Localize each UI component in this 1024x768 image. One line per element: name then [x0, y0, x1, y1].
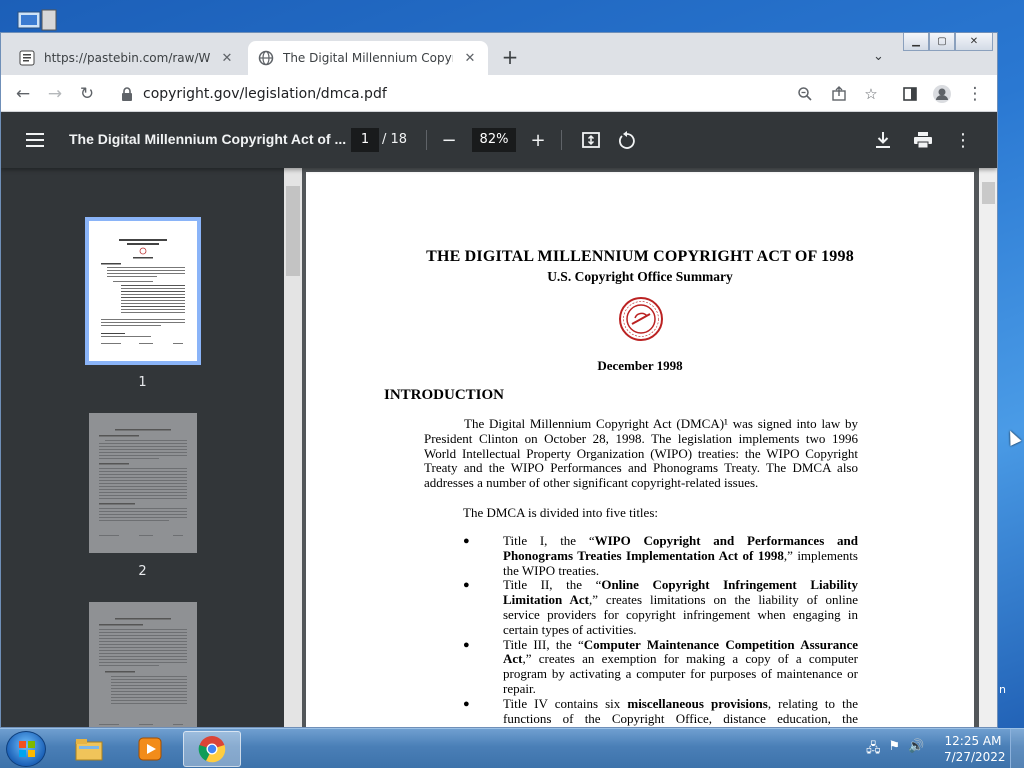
clock-time: 12:25 AM: [944, 734, 1002, 748]
tab-strip: https://pastebin.com/raw/WxDt ✕ The Digi…: [1, 33, 997, 75]
taskbar-explorer[interactable]: [60, 731, 118, 767]
thumbnail-sidebar: 1 2 3: [1, 168, 284, 727]
tab-search-chevron-icon[interactable]: ⌄: [873, 49, 884, 64]
chrome-icon: [198, 736, 226, 763]
taskbar-media-player[interactable]: [121, 731, 179, 767]
thumbnail-content: [99, 429, 187, 536]
media-player-icon: [138, 737, 162, 761]
introduction-paragraph: The Digital Millennium Copyright Act (DM…: [424, 416, 858, 491]
pdf-title: The Digital Millennium Copyright Act of …: [69, 131, 347, 147]
mouse-cursor: [1004, 428, 1022, 446]
thumbnail-scrollbar[interactable]: [284, 168, 302, 727]
page-total: / 18: [382, 132, 408, 147]
explorer-icon: [75, 739, 103, 761]
show-desktop-button[interactable]: [1010, 729, 1024, 768]
download-icon[interactable]: [871, 128, 895, 152]
tab-title: https://pastebin.com/raw/WxDt: [44, 51, 210, 65]
forward-arrow-icon[interactable]: →: [43, 82, 67, 106]
copyright-office-seal-icon: [619, 297, 663, 341]
list-item: Title I, the “WIPO Copyright and Perform…: [463, 533, 858, 578]
introduction-heading: INTRODUCTION: [384, 387, 505, 403]
profile-avatar-icon[interactable]: [930, 82, 954, 106]
list-item: Title II, the “Online Copyright Infringe…: [463, 577, 858, 637]
new-tab-button[interactable]: +: [499, 47, 521, 69]
bookmark-star-icon[interactable]: ☆: [859, 82, 883, 106]
browser-window: https://pastebin.com/raw/WxDt ✕ The Digi…: [0, 32, 998, 728]
address-bar[interactable]: copyright.gov/legislation/dmca.pdf ☆: [109, 79, 889, 109]
titles-intro: The DMCA is divided into five titles:: [463, 505, 658, 520]
thumbnail-page-1[interactable]: [85, 217, 201, 365]
pdf-toolbar: The Digital Millennium Copyright Act of …: [1, 112, 997, 168]
network-icon[interactable]: 🖧: [866, 739, 881, 761]
tab-title: The Digital Millennium Copyright: [283, 51, 453, 65]
back-arrow-icon[interactable]: ←: [11, 82, 35, 106]
browser-toolbar: ← → ↻ copyright.gov/legislation/dmca.pdf…: [1, 75, 997, 112]
reload-icon[interactable]: ↻: [75, 82, 99, 106]
pdf-page: THE DIGITAL MILLENNIUM COPYRIGHT ACT OF …: [306, 172, 974, 727]
thumbnail-page-3[interactable]: [89, 602, 197, 727]
document-date: December 1998: [597, 358, 683, 373]
lock-icon[interactable]: [119, 86, 135, 102]
hamburger-menu-icon[interactable]: [23, 128, 47, 152]
document-scrollbar[interactable]: [979, 168, 997, 727]
thumbnail-content: [99, 618, 187, 725]
print-icon[interactable]: [911, 128, 935, 152]
list-item: Title III, the “Computer Maintenance Com…: [463, 637, 858, 697]
divider: [426, 130, 427, 150]
zoom-magnifier-icon[interactable]: [793, 82, 817, 106]
taskbar-chrome[interactable]: [183, 731, 241, 767]
action-center-flag-icon[interactable]: ⚑: [889, 739, 901, 761]
share-icon[interactable]: [827, 82, 851, 106]
volume-icon[interactable]: 🔊: [908, 739, 924, 761]
maximize-button[interactable]: ▢: [929, 33, 955, 51]
desktop-edge-glyph: n: [999, 683, 1006, 696]
minimize-button[interactable]: ▁: [903, 33, 929, 51]
side-panel-icon[interactable]: [898, 82, 922, 106]
document-title: THE DIGITAL MILLENNIUM COPYRIGHT ACT OF …: [426, 248, 854, 265]
globe-icon: [258, 50, 274, 66]
thumbnail-number: 2: [138, 564, 147, 579]
list-item: Title IV contains six miscellaneous prov…: [463, 696, 858, 727]
clock[interactable]: 12:25 AM 7/27/2022: [944, 733, 1006, 765]
taskbar: 🖧 ⚑ 🔊 12:25 AM 7/27/2022: [0, 728, 1024, 768]
rotate-icon[interactable]: [615, 128, 639, 152]
desktop-computer-icon[interactable]: [14, 8, 62, 32]
url-text[interactable]: copyright.gov/legislation/dmca.pdf: [143, 86, 387, 102]
clock-date: 7/27/2022: [944, 750, 1006, 764]
page-number-input[interactable]: 1: [351, 128, 379, 152]
tab-pastebin[interactable]: https://pastebin.com/raw/WxDt ✕: [9, 41, 245, 75]
pdf-document-area: THE DIGITAL MILLENNIUM COPYRIGHT ACT OF …: [302, 168, 979, 727]
system-tray: 🖧 ⚑ 🔊: [866, 739, 924, 761]
thumbnail-content: [101, 239, 185, 344]
close-window-button[interactable]: ✕: [955, 33, 993, 51]
start-button[interactable]: [6, 731, 46, 767]
zoom-in-icon[interactable]: +: [526, 128, 550, 152]
divider: [561, 130, 562, 150]
pastebin-icon: [19, 50, 35, 66]
close-icon[interactable]: ✕: [219, 51, 235, 66]
thumbnail-number: 1: [138, 375, 147, 390]
close-icon[interactable]: ✕: [462, 51, 478, 66]
more-actions-icon[interactable]: ⋮: [951, 128, 975, 152]
zoom-input[interactable]: 82%: [472, 128, 516, 152]
browser-menu-icon[interactable]: ⋮: [963, 82, 987, 106]
windows-logo-icon: [19, 741, 35, 757]
fit-page-icon[interactable]: [579, 128, 603, 152]
titles-list: Title I, the “WIPO Copyright and Perform…: [463, 533, 858, 727]
thumbnail-page-2[interactable]: [89, 413, 197, 553]
zoom-out-icon[interactable]: −: [437, 128, 461, 152]
tab-dmca[interactable]: The Digital Millennium Copyright ✕: [248, 41, 488, 75]
document-subtitle: U.S. Copyright Office Summary: [547, 269, 733, 284]
